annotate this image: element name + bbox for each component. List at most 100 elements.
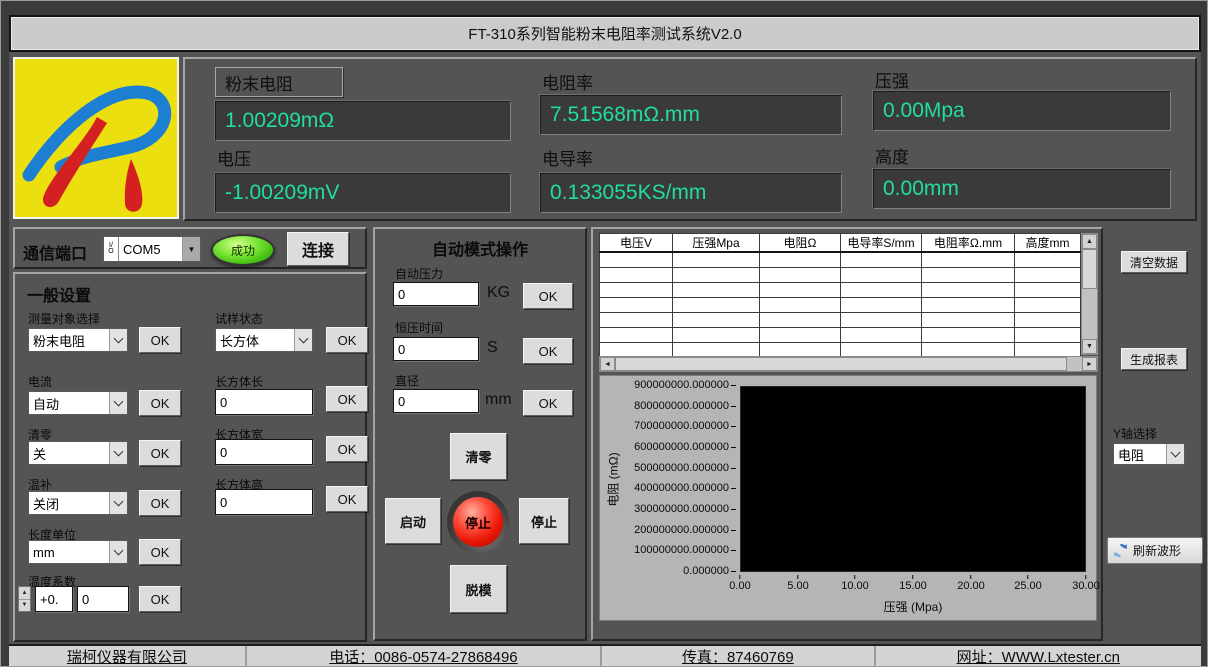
measure-object-label: 测量对象选择 bbox=[28, 310, 100, 327]
y-tick-label: 400000000.000000 bbox=[634, 482, 736, 494]
scroll-down-icon[interactable]: ▼ bbox=[1082, 339, 1097, 354]
voltage-display: -1.00209mV bbox=[215, 173, 511, 213]
cuboid-height-ok-button[interactable]: OK bbox=[326, 486, 368, 512]
spin-down-icon[interactable]: ▼ bbox=[19, 600, 30, 612]
cuboid-width-input[interactable] bbox=[215, 439, 313, 465]
table-row bbox=[600, 298, 1081, 313]
temp-coeff-input[interactable] bbox=[77, 586, 129, 612]
diameter-label: 直径 bbox=[395, 372, 419, 389]
cuboid-length-input[interactable] bbox=[215, 389, 313, 415]
x-tick-label: 30.00 bbox=[1072, 575, 1100, 592]
hold-time-ok-button[interactable]: OK bbox=[523, 338, 573, 364]
chevron-down-icon[interactable] bbox=[109, 492, 127, 514]
zero-button[interactable]: 清零 bbox=[450, 433, 507, 480]
temp-coeff-exponent-input[interactable] bbox=[35, 586, 73, 612]
chart-plot-area[interactable] bbox=[740, 386, 1086, 572]
cuboid-length-ok-button[interactable]: OK bbox=[326, 386, 368, 412]
y-tick-label: 600000000.000000 bbox=[634, 441, 736, 453]
zeroing-select[interactable]: 关 bbox=[28, 441, 128, 465]
x-axis-title: 压强 (Mpa) bbox=[740, 598, 1086, 615]
hscroll-thumb[interactable] bbox=[615, 357, 1067, 371]
conductivity-display: 0.133055KS/mm bbox=[540, 173, 842, 213]
col-pressure: 压强Mpa bbox=[673, 234, 760, 253]
scroll-left-icon[interactable]: ◄ bbox=[600, 357, 615, 371]
table-vscrollbar[interactable]: ▲ ▼ bbox=[1081, 233, 1098, 355]
length-unit-ok-button[interactable]: OK bbox=[139, 539, 181, 565]
start-button[interactable]: 启动 bbox=[385, 498, 441, 544]
stop-button[interactable]: 停止 bbox=[519, 498, 569, 544]
measure-object-select[interactable]: 粉末电阻 bbox=[28, 328, 128, 352]
table-header-row: 电压V 压强Mpa 电阻Ω 电导率S/mm 电阻率Ω.mm 高度mm bbox=[600, 234, 1081, 253]
col-voltage: 电压V bbox=[600, 234, 673, 253]
current-select[interactable]: 自动 bbox=[28, 391, 128, 415]
stop-led: 停止 bbox=[447, 491, 509, 553]
scroll-up-icon[interactable]: ▲ bbox=[1082, 234, 1097, 249]
y-axis-title: 电阻 (mΩ) bbox=[605, 425, 622, 535]
temp-coeff-spinner[interactable]: ▲ ▼ bbox=[18, 586, 31, 612]
resistivity-display: 7.51568mΩ.mm bbox=[540, 95, 842, 135]
chevron-down-icon[interactable] bbox=[109, 442, 127, 464]
table-row bbox=[600, 268, 1081, 283]
table-row bbox=[600, 283, 1081, 298]
x-axis-ticks: 0.00 5.00 10.00 15.00 20.00 25.00 30.00 bbox=[740, 575, 1087, 593]
connect-button[interactable]: 连接 bbox=[287, 232, 349, 266]
col-resistance: 电阻Ω bbox=[760, 234, 841, 253]
conductivity-label: 电导率 bbox=[542, 145, 593, 170]
auto-pressure-label: 自动压力 bbox=[395, 265, 443, 282]
resistance-display: 1.00209mΩ bbox=[215, 101, 511, 141]
table-row bbox=[600, 313, 1081, 328]
length-unit-select[interactable]: mm bbox=[28, 540, 128, 564]
sample-state-ok-button[interactable]: OK bbox=[326, 327, 368, 353]
auto-pressure-ok-button[interactable]: OK bbox=[523, 283, 573, 309]
diameter-input[interactable] bbox=[393, 389, 479, 413]
hold-time-input[interactable] bbox=[393, 337, 479, 361]
refresh-waveform-button[interactable]: 刷新波形 bbox=[1107, 537, 1203, 564]
comm-panel: 通信端口 I/ O COM5 ▼ 成功 连接 bbox=[13, 227, 367, 269]
readings-panel: 粉末电阻 1.00209mΩ 电压 -1.00209mV 电阻率 7.51568… bbox=[183, 57, 1197, 221]
cuboid-width-ok-button[interactable]: OK bbox=[326, 436, 368, 462]
tab-powder-resistance[interactable]: 粉末电阻 bbox=[215, 67, 343, 97]
sample-state-select[interactable]: 长方体 bbox=[215, 328, 313, 352]
stop-led-label: 停止 bbox=[465, 513, 491, 532]
hold-time-unit: S bbox=[487, 339, 498, 357]
zeroing-ok-button[interactable]: OK bbox=[139, 440, 181, 466]
height-display: 0.00mm bbox=[873, 169, 1171, 209]
resistance-label: 粉末电阻 bbox=[225, 70, 293, 95]
y-axis-select[interactable]: 电阻 bbox=[1113, 443, 1185, 465]
col-resistivity: 电阻率Ω.mm bbox=[922, 234, 1015, 253]
general-settings-title: 一般设置 bbox=[27, 282, 91, 306]
table-hscrollbar[interactable]: ◄ ► bbox=[599, 356, 1098, 372]
vscroll-thumb[interactable] bbox=[1082, 249, 1097, 289]
scroll-right-icon[interactable]: ► bbox=[1082, 357, 1097, 371]
chevron-down-icon[interactable] bbox=[109, 329, 127, 351]
data-table[interactable]: 电压V 压强Mpa 电阻Ω 电导率S/mm 电阻率Ω.mm 高度mm bbox=[599, 233, 1081, 358]
chevron-down-icon[interactable] bbox=[294, 329, 312, 351]
cuboid-height-input[interactable] bbox=[215, 489, 313, 515]
demold-button[interactable]: 脱模 bbox=[450, 565, 507, 613]
chevron-down-icon[interactable] bbox=[109, 541, 127, 563]
resistivity-label: 电阻率 bbox=[542, 69, 593, 94]
y-axis-select-label: Y轴选择 bbox=[1113, 425, 1157, 442]
main-area: 粉末电阻 1.00209mΩ 电压 -1.00209mV 电阻率 7.51568… bbox=[9, 52, 1201, 644]
clear-data-button[interactable]: 清空数据 bbox=[1121, 251, 1187, 273]
measure-object-ok-button[interactable]: OK bbox=[139, 327, 181, 353]
temp-comp-ok-button[interactable]: OK bbox=[139, 490, 181, 516]
generate-report-button[interactable]: 生成报表 bbox=[1121, 348, 1187, 370]
spin-up-icon[interactable]: ▲ bbox=[19, 587, 30, 600]
y-tick-label: 800000000.000000 bbox=[634, 400, 736, 412]
com-port-select[interactable]: I/ O COM5 ▼ bbox=[103, 236, 201, 262]
auto-pressure-input[interactable] bbox=[393, 282, 479, 306]
page-title: FT-310系列智能粉末电阻率测试系统V2.0 bbox=[468, 23, 741, 44]
height-label: 高度 bbox=[875, 143, 909, 168]
chevron-down-icon[interactable] bbox=[109, 392, 127, 414]
combo-arrow-button[interactable]: ▼ bbox=[182, 237, 200, 261]
chevron-down-icon[interactable] bbox=[1166, 444, 1184, 464]
temp-comp-select[interactable]: 关闭 bbox=[28, 491, 128, 515]
current-ok-button[interactable]: OK bbox=[139, 390, 181, 416]
x-tick-label: 10.00 bbox=[841, 575, 869, 592]
diameter-ok-button[interactable]: OK bbox=[523, 390, 573, 416]
col-height: 高度mm bbox=[1015, 234, 1081, 253]
temp-coeff-ok-button[interactable]: OK bbox=[139, 586, 181, 612]
diameter-unit: mm bbox=[485, 391, 512, 409]
title-bar: FT-310系列智能粉末电阻率测试系统V2.0 bbox=[9, 15, 1201, 52]
